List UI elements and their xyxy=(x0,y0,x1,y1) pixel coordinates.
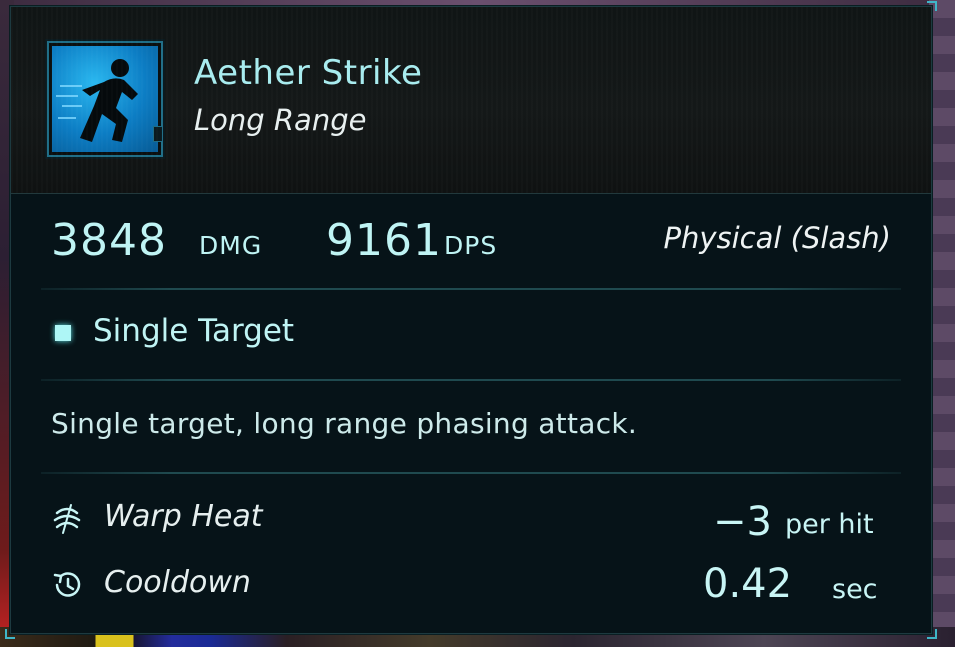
cooldown-label: Cooldown xyxy=(104,565,251,600)
ability-name: Aether Strike xyxy=(194,53,423,93)
running-figure-icon xyxy=(47,41,163,157)
ability-range: Long Range xyxy=(194,103,367,137)
section-divider xyxy=(41,472,901,474)
section-divider xyxy=(41,379,901,381)
damage-unit: DMG xyxy=(199,231,263,260)
section-divider xyxy=(41,288,901,290)
dps-unit: DPS xyxy=(444,231,498,260)
target-bullet-icon xyxy=(55,325,71,341)
damage-stats-row: 3848 DMG 9161 DPS Physical (Slash) xyxy=(51,215,891,275)
tooltip-corner-marker xyxy=(5,629,15,639)
damage-value: 3848 xyxy=(51,215,167,266)
ability-tooltip: Aether Strike Long Range 3848 DMG 9161 D… xyxy=(5,1,937,639)
cooldown-icon xyxy=(51,569,83,601)
damage-type: Physical (Slash) xyxy=(663,221,891,255)
warp-heat-icon xyxy=(51,503,83,535)
ability-description: Single target, long range phasing attack… xyxy=(51,407,638,440)
warp-heat-label: Warp Heat xyxy=(104,499,263,534)
tooltip-header: Aether Strike Long Range xyxy=(11,7,931,194)
icon-notch xyxy=(153,126,163,142)
cooldown-value: 0.42 xyxy=(703,561,793,607)
targeting-label: Single Target xyxy=(93,313,295,349)
cooldown-unit: sec xyxy=(832,574,878,605)
warp-heat-value: −3 xyxy=(713,499,772,545)
tooltip-corner-marker xyxy=(927,629,937,639)
background-scene-right xyxy=(929,0,955,647)
dps-value: 9161 xyxy=(326,215,442,266)
warp-heat-unit: per hit xyxy=(785,509,874,540)
